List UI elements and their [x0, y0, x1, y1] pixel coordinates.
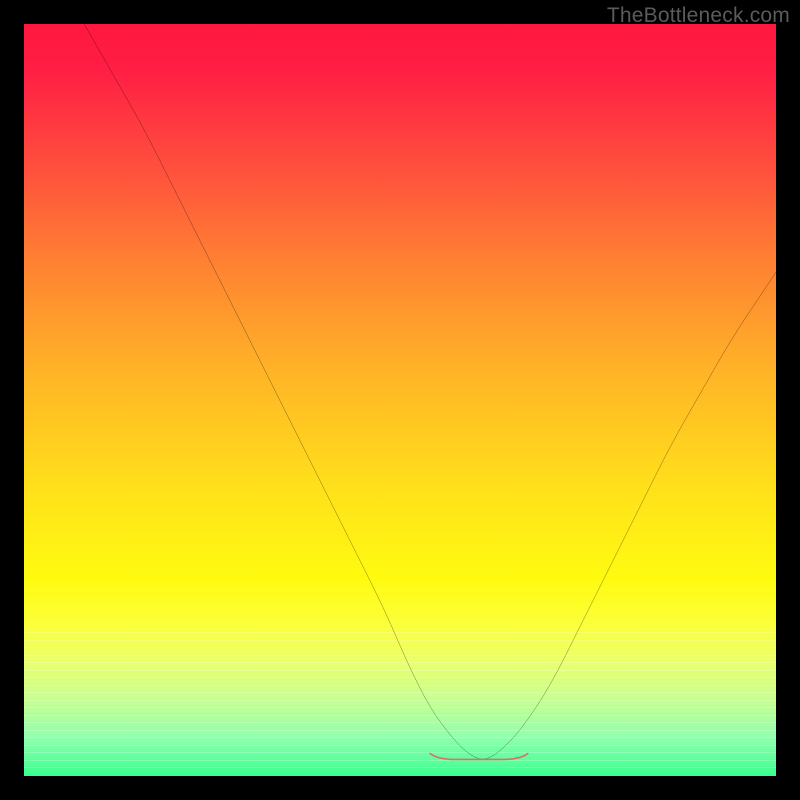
bottleneck-curve	[24, 24, 776, 776]
plot-area	[24, 24, 776, 776]
watermark-text: TheBottleneck.com	[607, 4, 790, 28]
curve-path	[84, 24, 776, 759]
